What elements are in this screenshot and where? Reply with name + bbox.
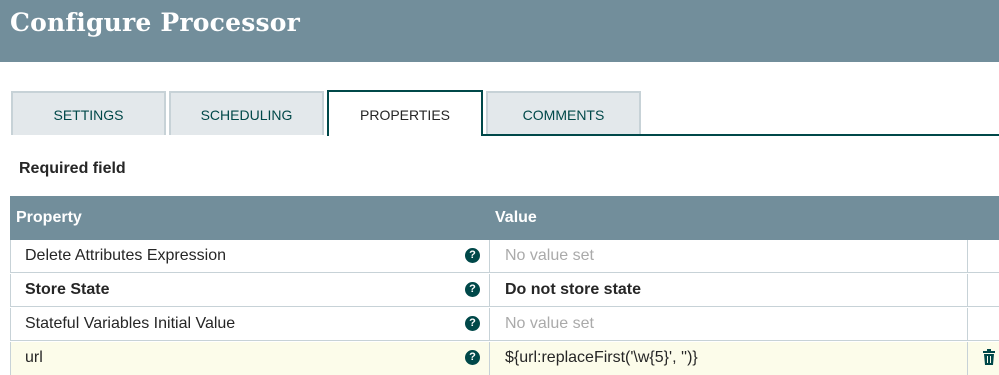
column-divider [967,240,968,272]
dialog-title: Configure Processor [10,8,301,37]
tab-properties[interactable]: PROPERTIES [327,90,483,136]
column-divider [489,342,490,375]
help-circle-icon[interactable]: ? [465,282,480,297]
table-row: url ? ${url:replaceFirst('\w{5}', '')} [10,342,999,375]
table-row: Stateful Variables Initial Value ? No va… [10,308,999,341]
column-header-value[interactable]: Value [495,209,537,227]
property-value[interactable]: No value set [505,247,594,265]
property-name: Stateful Variables Initial Value [25,315,236,332]
tab-scheduling[interactable]: SCHEDULING [169,91,324,135]
trash-icon[interactable] [982,349,996,365]
column-divider [489,240,490,272]
column-divider [967,342,968,375]
column-divider [489,274,490,306]
property-name: url [25,349,43,366]
property-value[interactable]: No value set [505,315,594,333]
dialog-header: Configure Processor [0,0,999,62]
property-name: Delete Attributes Expression [25,247,226,264]
property-value[interactable]: Do not store state [505,281,641,299]
required-field-label: Required field [19,160,126,177]
help-circle-icon[interactable]: ? [465,350,480,365]
table-row: Delete Attributes Expression ? No value … [10,240,999,273]
column-divider [967,274,968,306]
tabs-underline [482,134,999,136]
help-circle-icon[interactable]: ? [465,248,480,263]
help-circle-icon[interactable]: ? [465,316,480,331]
column-divider [489,308,490,340]
tab-comments[interactable]: COMMENTS [486,91,641,135]
tab-settings[interactable]: SETTINGS [11,91,166,135]
column-header-property[interactable]: Property [16,209,82,227]
property-name: Store State [25,281,110,298]
column-divider [967,308,968,340]
properties-table-header: Property Value [10,196,999,240]
property-value[interactable]: ${url:replaceFirst('\w{5}', '')} [505,349,698,367]
table-row: Store State ? Do not store state [10,274,999,307]
